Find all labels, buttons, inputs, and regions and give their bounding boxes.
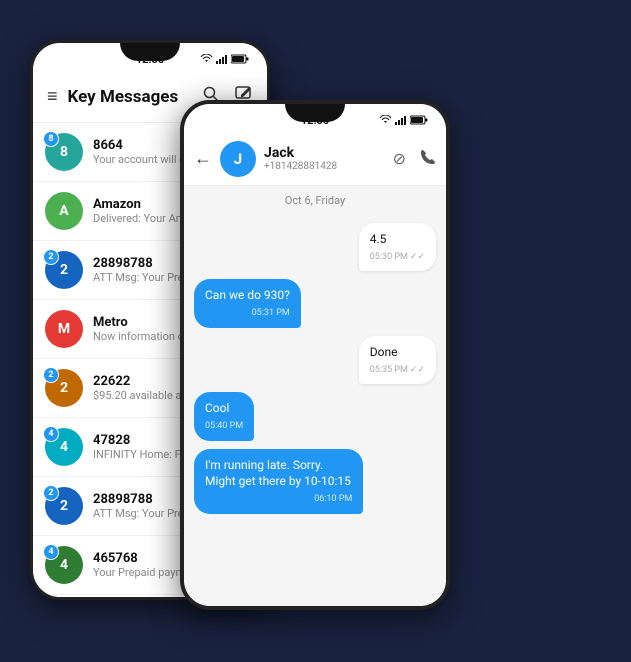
bubble-text: I'm running late. Sorry. Might get there… [205, 458, 351, 489]
back-button[interactable]: ← [194, 148, 212, 169]
block-icon[interactable]: ⊘ [393, 149, 406, 168]
bubble-row-sent-2: Can we do 930? 05:31 PM [194, 279, 436, 327]
bubble-time: 05:31 PM [205, 307, 290, 320]
bubble-time: 05:40 PM [205, 420, 243, 433]
notch-chat [285, 104, 345, 122]
badge: 8 [43, 131, 59, 147]
bubble: Done 05:35 PM ✓✓ [359, 336, 436, 384]
badge: 2 [43, 249, 59, 265]
phone-chat: 12:30 ← J Jack +181428881428 ⊘ Oct 6, Fr… [180, 100, 450, 610]
avatar: M [45, 310, 83, 348]
chat-avatar: J [220, 141, 256, 177]
avatar: 8 8 [45, 133, 83, 171]
bubble-text: 4.5 [370, 232, 387, 246]
notch-list [120, 43, 180, 61]
bubble: I'm running late. Sorry. Might get there… [194, 449, 363, 514]
bubble-time: 05:35 PM ✓✓ [370, 364, 425, 377]
wifi-icon [200, 54, 213, 64]
badge: 2 [43, 367, 59, 383]
battery-icon [231, 54, 249, 64]
bubble-time: 05:30 PM ✓✓ [370, 251, 425, 264]
bubble-row-sent-4: Cool 05:40 PM [194, 392, 436, 440]
hamburger-icon[interactable]: ≡ [47, 86, 58, 107]
avatar: 2 2 [45, 251, 83, 289]
badge: 2 [43, 485, 59, 501]
date-separator: Oct 6, Friday [184, 186, 446, 215]
bubble-text: Done [370, 345, 398, 359]
wifi-icon [379, 115, 392, 125]
chat-phone-number: +181428881428 [264, 161, 379, 172]
badge: 4 [43, 426, 59, 442]
chat-screen: 12:30 ← J Jack +181428881428 ⊘ Oct 6, Fr… [184, 104, 446, 606]
signal-icon [395, 115, 407, 125]
badge: 4 [43, 544, 59, 560]
bubble-text: Can we do 930? [205, 288, 290, 302]
avatar: 4 4 [45, 428, 83, 466]
bubble: Can we do 930? 05:31 PM [194, 279, 301, 327]
chat-name: Jack [264, 145, 379, 161]
app-title: Key Messages [68, 87, 187, 107]
avatar: 2 2 [45, 369, 83, 407]
status-icons-chat [379, 115, 428, 125]
bubble-row-received-3: Done 05:35 PM ✓✓ [194, 336, 436, 384]
avatar: A [45, 192, 83, 230]
bubble-row-sent-5: I'm running late. Sorry. Might get there… [194, 449, 436, 514]
status-icons-list [200, 54, 249, 64]
bubble-row-received-1: 4.5 05:30 PM ✓✓ [194, 223, 436, 271]
call-icon[interactable] [420, 149, 436, 169]
chat-messages: 4.5 05:30 PM ✓✓ Can we do 930? 05:31 PM [184, 215, 446, 606]
bubble-time: 06:10 PM [205, 493, 352, 506]
checkmark: ✓✓ [410, 251, 425, 264]
checkmark: ✓✓ [410, 364, 425, 377]
chat-info: Jack +181428881428 [264, 145, 379, 172]
bubble: 4.5 05:30 PM ✓✓ [359, 223, 436, 271]
battery-icon [410, 115, 428, 125]
bubble: Cool 05:40 PM [194, 392, 254, 440]
bubble-text: Cool [205, 401, 229, 415]
avatar: 2 2 [45, 487, 83, 525]
avatar: 4 4 [45, 546, 83, 584]
chat-header: ← J Jack +181428881428 ⊘ [184, 132, 446, 186]
signal-icon [216, 54, 228, 64]
